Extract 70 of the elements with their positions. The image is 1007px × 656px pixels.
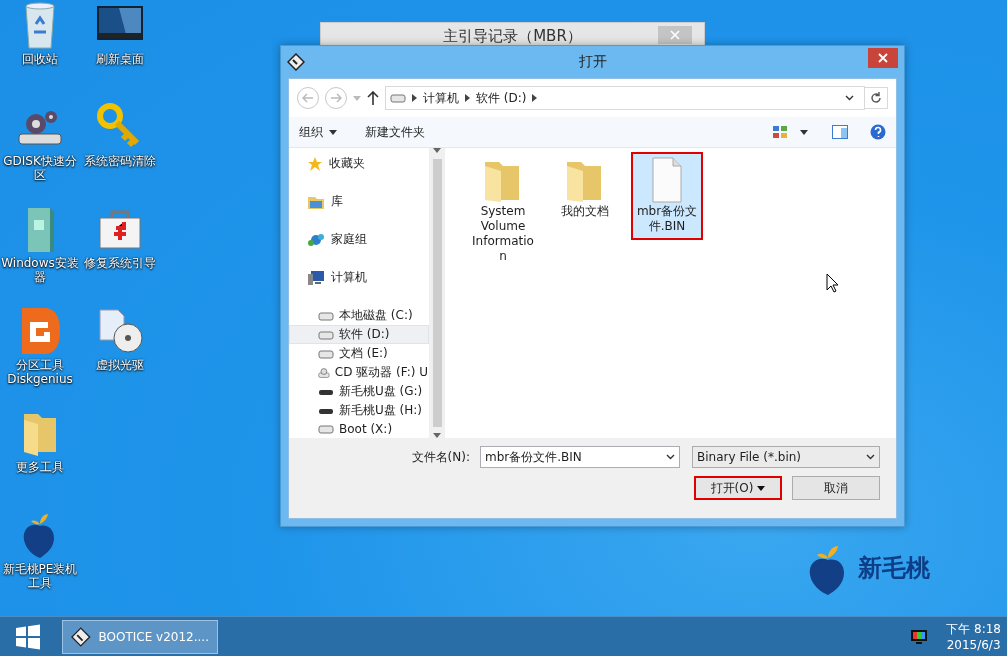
caret-icon [329,129,337,135]
file-item[interactable]: 我的文档 [549,152,621,225]
refresh-icon [870,92,882,104]
computer-icon [307,269,325,286]
nav-item[interactable]: 家庭组 [289,230,429,250]
filename-field[interactable]: mbr备份文件.BIN [480,446,680,468]
drive-item[interactable]: Boot (X:) [289,420,429,438]
drive-icon [318,423,334,436]
cancel-button[interactable]: 取消 [792,476,880,500]
drive-icon [318,347,334,360]
display-icon[interactable] [910,628,929,645]
chevron-down-icon [845,95,854,101]
view-dropdown-button[interactable] [800,129,808,135]
chevron-right-icon [532,94,538,102]
drive-item[interactable]: 软件 (D:) [289,325,429,345]
nav-item[interactable]: 计算机 [289,268,429,288]
drive-item[interactable]: CD 驱动器 (F:) U [289,363,429,383]
homegroup-icon [307,231,325,248]
file-type-select[interactable]: Binary File (*.bin) [692,446,880,468]
help-icon [870,124,886,140]
document-disc-icon [96,306,144,356]
up-button[interactable] [367,91,379,105]
drive-item[interactable]: 新毛桃U盘 (H:) [289,401,429,421]
close-icon [878,53,888,63]
preview-pane-icon [832,125,848,139]
close-button[interactable] [868,48,898,68]
floppy-app-icon [287,53,305,71]
cd-drive-icon [318,365,330,380]
file-item[interactable]: mbr备份文件.BIN [631,152,703,240]
arrow-up-icon [367,91,379,105]
drive-item[interactable]: 本地磁盘 (C:) [289,306,429,326]
clock[interactable]: 下午 8:18 2015/6/3 [946,620,1001,653]
logo-text: 新毛桃 [858,553,930,584]
preview-pane-button[interactable] [832,125,848,139]
help-button[interactable] [870,124,886,140]
arrow-right-icon [330,93,342,103]
windows-logo-icon [14,622,42,651]
caret-icon [800,129,808,135]
new-folder-button[interactable]: 新建文件夹 [365,123,425,141]
chevron-right-icon [412,94,417,102]
caret-icon [353,95,361,101]
close-icon [670,30,680,40]
drive-icon [390,92,406,104]
chevron-right-icon [465,94,470,102]
floppy-app-icon [71,625,91,648]
view-tiles-icon [772,125,788,139]
arrow-left-icon [302,93,314,103]
dropdown-arrow-icon [757,485,766,491]
filename-label: 文件名(N): [411,448,470,466]
drive-item[interactable]: 新毛桃U盘 (G:) [289,382,429,402]
window-title: 主引导记录（MBR） [443,26,582,46]
star-icon [307,155,323,172]
nav-item[interactable]: 收藏夹 [289,154,429,174]
file-item[interactable]: System Volume Information [467,152,539,270]
chevron-down-icon [866,454,875,460]
organize-button[interactable]: 组织 [299,123,337,141]
dialog-title: 打开 [577,53,608,71]
chevron-down-icon [666,454,675,460]
drive-icon [318,328,334,341]
breadcrumb[interactable]: 计算机 [423,89,459,107]
mouse-cursor-icon [826,273,840,293]
open-button[interactable]: 打开(O) [694,476,782,500]
scroll-bar[interactable] [429,148,445,438]
refresh-button[interactable] [864,87,888,109]
drive-icon [318,309,334,322]
drive-item[interactable]: 文档 (E:) [289,344,429,364]
nav-item[interactable]: 库 [289,192,429,212]
address-bar[interactable]: 计算机 软件 (D:) [385,86,865,110]
breadcrumb[interactable]: 软件 (D:) [476,89,527,107]
view-button[interactable] [772,125,788,139]
